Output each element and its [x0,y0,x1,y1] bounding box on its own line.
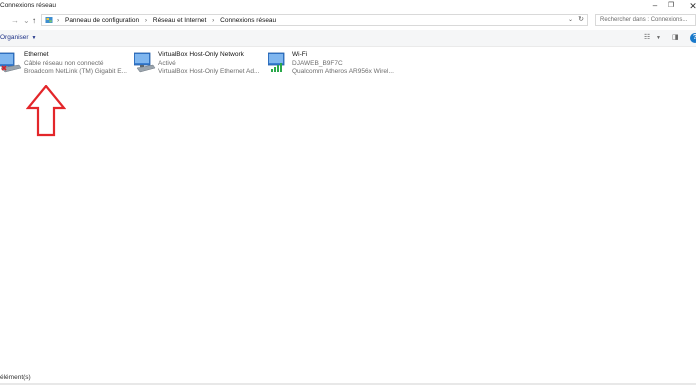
chevron-down-icon[interactable]: ⌄ [23,15,30,27]
forward-arrow-icon[interactable]: → [11,15,19,27]
connection-item-virtualbox[interactable]: VirtualBox Host-Only Network Activé Virt… [134,48,262,80]
wifi-adapter-icon [268,52,285,72]
connection-item-ethernet[interactable]: Ethernet Câble réseau non connecté Broad… [0,48,128,80]
breadcrumb: › Panneau de configuration › Réseau et I… [57,16,276,25]
connection-item-wifi[interactable]: Wi-Fi DJAWEB_B9F7C Qualcomm Atheros AR95… [268,48,396,80]
search-placeholder: Rechercher dans : Connexions... [600,17,688,23]
help-icon[interactable]: ? [690,33,696,43]
connection-name: VirtualBox Host-Only Network [158,51,244,58]
up-arrow-icon[interactable]: ↑ [32,15,36,27]
breadcrumb-separator-icon: › [57,17,60,24]
address-dropdown-icon[interactable]: ⌄ [568,15,573,25]
connection-name: Wi-Fi [292,51,308,58]
connection-details: Ethernet Câble réseau non connecté Broad… [24,51,127,77]
view-options-icon[interactable]: ☷ [644,33,650,43]
connection-details: VirtualBox Host-Only Network Activé Virt… [158,51,259,77]
network-adapter-icon [134,52,156,73]
connection-status: Câble réseau non connecté [24,59,104,67]
window-title: Connexions réseau [0,2,57,9]
preview-pane-icon[interactable]: ◨ [672,33,679,43]
network-adapter-disconnected-icon [0,52,22,73]
connection-status: Activé [158,59,176,67]
breadcrumb-item[interactable]: Connexions réseau [220,17,276,24]
breadcrumb-item[interactable]: Panneau de configuration [65,17,139,24]
command-bar: Organiser▼ ☷ ▼ ◨ ? [0,30,696,47]
search-input[interactable]: Rechercher dans : Connexions... [595,14,696,26]
chevron-down-icon[interactable]: ▼ [656,33,661,43]
close-icon[interactable]: ✕ [686,0,696,12]
connection-device: VirtualBox Host-Only Ethernet Ad... [158,68,260,75]
connections-list: Ethernet Câble réseau non connecté Broad… [0,48,696,348]
organize-button[interactable]: Organiser ▼ [0,33,37,43]
title-bar: Connexions réseau – ❐ ✕ [0,0,696,13]
item-count-label: élément(s) [0,374,31,381]
breadcrumb-item[interactable]: Réseau et Internet [153,17,206,24]
minimize-icon[interactable]: – [648,0,662,12]
connection-device: Broadcom NetLink (TM) Gigabit E... [24,68,127,75]
control-panel-icon [45,17,53,23]
breadcrumb-separator-icon: › [144,17,148,24]
connection-device: Qualcomm Atheros AR956x Wirel... [292,68,394,75]
refresh-icon[interactable]: ↻ [578,15,584,25]
organize-label: Organiser [0,34,29,41]
connection-details: Wi-Fi DJAWEB_B9F7C Qualcomm Atheros AR95… [292,51,394,77]
navigation-bar: → ⌄ ↑ › Panneau de configuration › Résea… [0,14,696,28]
red-up-arrow-icon [26,85,66,137]
restore-icon[interactable]: ❐ [664,0,678,12]
connection-name: Ethernet [24,51,49,58]
connection-status: DJAWEB_B9F7C [292,59,343,67]
chevron-down-icon: ▼ [31,35,37,41]
address-bar[interactable]: › Panneau de configuration › Réseau et I… [41,14,588,26]
breadcrumb-separator-icon: › [212,17,215,24]
